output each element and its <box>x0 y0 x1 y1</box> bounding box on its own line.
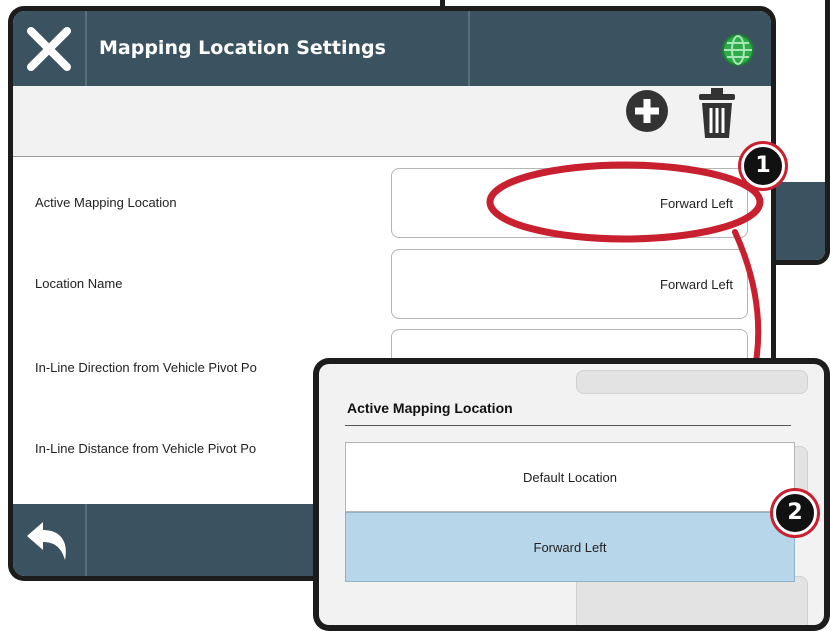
location-picker-dialog: Active Mapping Location Default Location… <box>313 358 830 631</box>
option-default-location[interactable]: Default Location <box>345 442 795 512</box>
dialog-title: Active Mapping Location <box>347 400 513 416</box>
option-forward-left[interactable]: Forward Left <box>345 512 795 582</box>
callout-1-badge: 1 <box>741 144 785 188</box>
dialog-divider <box>345 425 791 426</box>
callout-2-badge: 2 <box>773 491 817 535</box>
